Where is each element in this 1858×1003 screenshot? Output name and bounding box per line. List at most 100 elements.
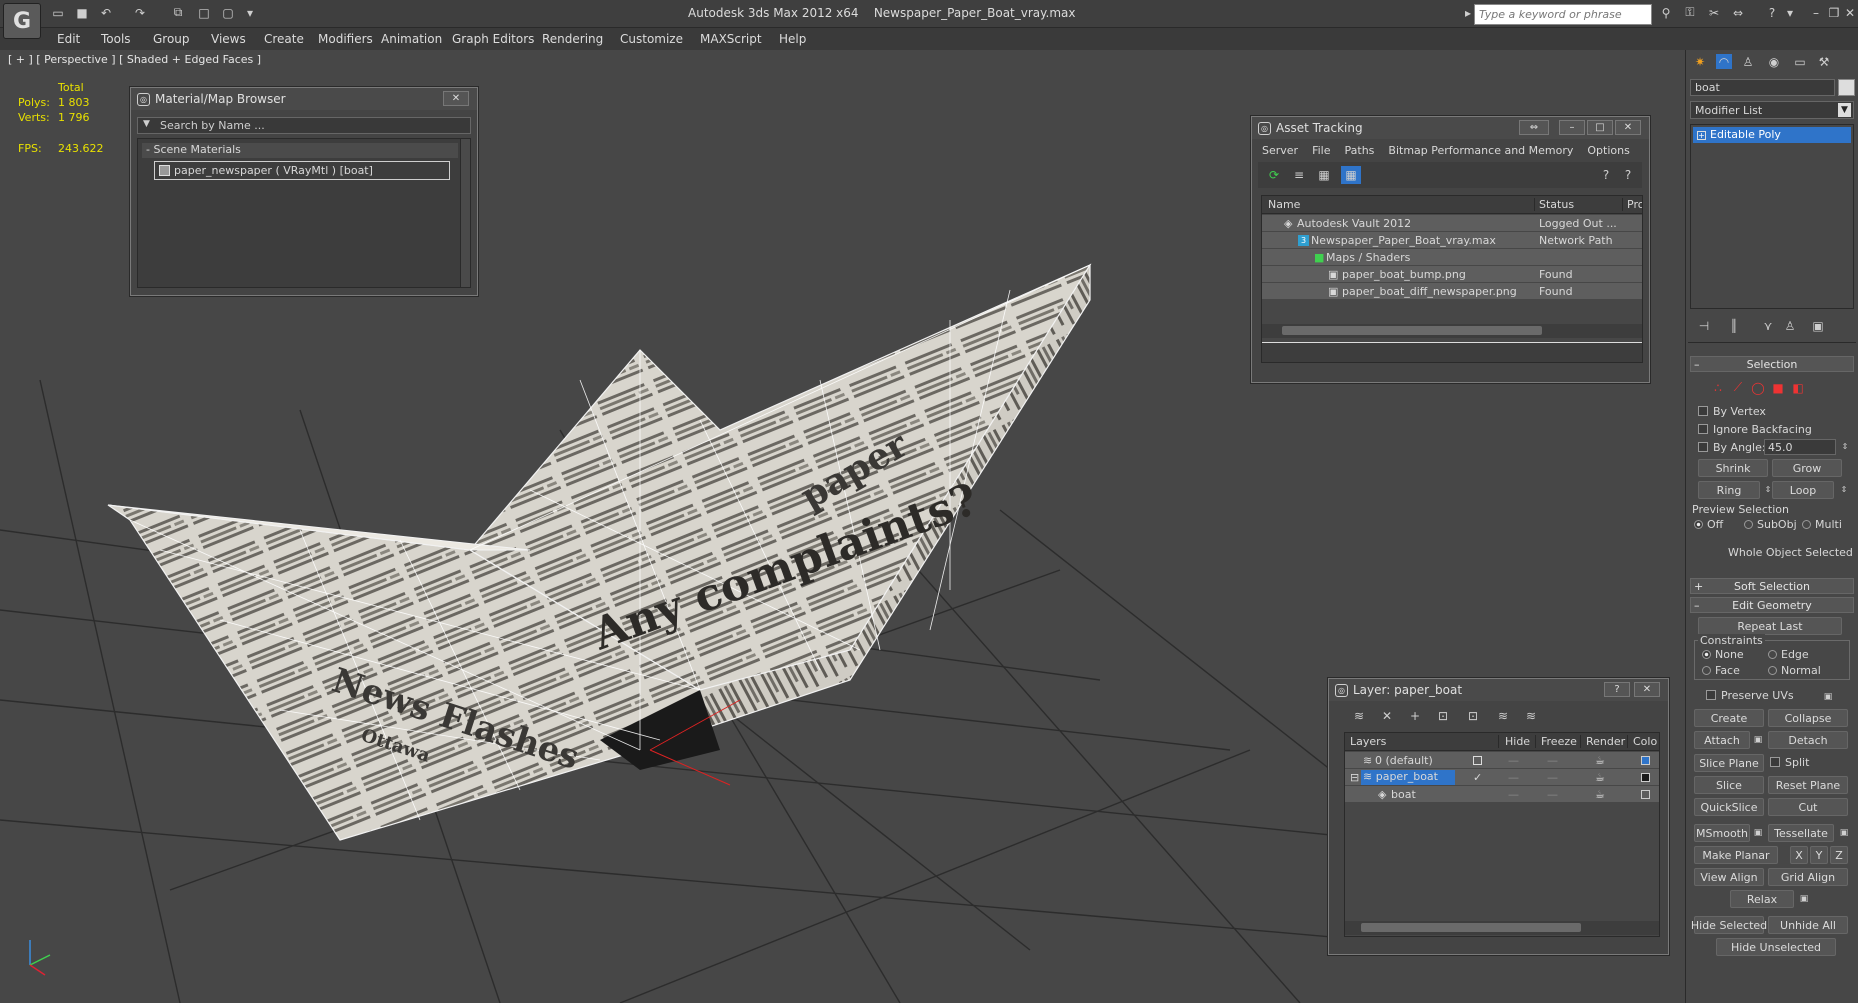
menu-options[interactable]: Options: [1587, 144, 1629, 157]
menu-group[interactable]: Group: [153, 32, 190, 46]
constraint-none-radio[interactable]: None: [1702, 648, 1744, 661]
column-color[interactable]: Colo: [1627, 735, 1657, 748]
menu-animation[interactable]: Animation: [381, 32, 442, 46]
layer-color-swatch[interactable]: [1641, 772, 1650, 782]
preview-multi-radio[interactable]: Multi: [1802, 518, 1842, 531]
expand-icon[interactable]: +: [1697, 131, 1706, 140]
menu-help[interactable]: Help: [779, 32, 806, 46]
column-hide[interactable]: Hide: [1498, 735, 1530, 748]
render-teapot-icon[interactable]: ☕: [1595, 788, 1605, 801]
fetch-icon[interactable]: □: [196, 5, 212, 20]
application-logo-button[interactable]: G: [3, 3, 41, 39]
tessellate-settings-icon[interactable]: ▣: [1836, 825, 1852, 840]
menu-edit[interactable]: Edit: [57, 32, 80, 46]
table-row[interactable]: ■ Maps / Shaders: [1262, 249, 1642, 265]
attach-settings-icon[interactable]: ▣: [1750, 732, 1766, 747]
attach-button[interactable]: Attach: [1694, 731, 1750, 749]
column-status[interactable]: Status: [1534, 198, 1574, 211]
close-icon[interactable]: ✕: [443, 91, 469, 106]
save-icon[interactable]: ■: [74, 5, 90, 20]
modify-tab-icon[interactable]: ◠: [1716, 54, 1732, 69]
cut-button[interactable]: Cut: [1768, 798, 1848, 816]
menu-create[interactable]: Create: [264, 32, 304, 46]
minimize-icon[interactable]: –: [1559, 120, 1585, 135]
spinner-arrows-icon[interactable]: ⇕: [1837, 439, 1853, 454]
vertex-mode-icon[interactable]: ∴: [1710, 380, 1726, 395]
object-color-swatch[interactable]: [1838, 79, 1855, 96]
menu-customize[interactable]: Customize: [620, 32, 683, 46]
hide-all-layers-icon[interactable]: ≋: [1495, 708, 1511, 723]
table-row[interactable]: ◈ Autodesk Vault 2012 Logged Out ...: [1262, 215, 1642, 231]
constraint-face-radio[interactable]: Face: [1702, 664, 1740, 677]
scene-materials-group[interactable]: - Scene Materials: [142, 143, 458, 158]
split-checkbox[interactable]: Split: [1770, 756, 1809, 769]
hide-toggle[interactable]: —: [1508, 788, 1519, 801]
constraint-normal-radio[interactable]: Normal: [1768, 664, 1821, 677]
column-layers[interactable]: Layers: [1350, 735, 1386, 748]
table-view-icon[interactable]: ▦: [1341, 166, 1361, 184]
freeze-all-layers-icon[interactable]: ≋: [1523, 708, 1539, 723]
constraint-edge-radio[interactable]: Edge: [1768, 648, 1809, 661]
slice-button[interactable]: Slice: [1694, 776, 1764, 794]
menu-bitmap-performance[interactable]: Bitmap Performance and Memory: [1388, 144, 1573, 157]
material-item[interactable]: paper_newspaper ( VRayMtl ) [boat]: [154, 161, 450, 180]
column-name[interactable]: Name: [1268, 198, 1300, 211]
render-teapot-icon[interactable]: ☕: [1595, 754, 1605, 767]
project-folder-icon[interactable]: ▢: [220, 5, 236, 20]
pin-stack-icon[interactable]: ⊣: [1696, 318, 1712, 333]
slice-plane-button[interactable]: Slice Plane: [1694, 754, 1764, 772]
preview-off-radio[interactable]: Off: [1694, 518, 1723, 531]
preview-subobj-radio[interactable]: SubObj: [1744, 518, 1797, 531]
detach-button[interactable]: Detach: [1768, 731, 1848, 749]
display-tab-icon[interactable]: ▭: [1792, 54, 1808, 69]
loop-button[interactable]: Loop: [1772, 481, 1834, 499]
planar-x-button[interactable]: X: [1790, 846, 1808, 864]
current-layer-check-icon[interactable]: ✓: [1473, 771, 1482, 784]
planar-y-button[interactable]: Y: [1810, 846, 1828, 864]
create-tab-icon[interactable]: ✷: [1692, 54, 1708, 69]
make-unique-icon[interactable]: ⋎: [1760, 318, 1776, 333]
preserve-uvs-checkbox[interactable]: Preserve UVs: [1706, 689, 1794, 702]
unhide-all-button[interactable]: Unhide All: [1768, 916, 1848, 934]
dropdown-arrow-icon[interactable]: ▼: [1838, 103, 1851, 117]
quickslice-button[interactable]: QuickSlice: [1694, 798, 1764, 816]
subscription-icon[interactable]: ⚿: [1682, 5, 1698, 20]
shrink-button[interactable]: Shrink: [1698, 459, 1768, 477]
collapse-button[interactable]: Collapse: [1768, 709, 1848, 727]
scroll-thumb[interactable]: [1282, 326, 1542, 335]
maximize-icon[interactable]: □: [1587, 120, 1613, 135]
menu-modifiers[interactable]: Modifiers: [318, 32, 373, 46]
menu-paths[interactable]: Paths: [1345, 144, 1375, 157]
current-layer-box[interactable]: [1473, 755, 1482, 765]
layer-color-swatch[interactable]: [1641, 755, 1650, 765]
modifier-list-dropdown[interactable]: Modifier List ▼: [1690, 101, 1854, 119]
help-dropdown-icon[interactable]: ▾: [1782, 5, 1798, 20]
hierarchy-tab-icon[interactable]: ♙: [1740, 54, 1756, 69]
collapse-icon[interactable]: ⊟: [1350, 771, 1359, 784]
angle-spinner[interactable]: 45.0: [1764, 439, 1836, 455]
render-teapot-icon[interactable]: ☕: [1595, 771, 1605, 784]
layer-manager-titlebar[interactable]: ◎ Layer: paper_boat ? ✕: [1329, 679, 1668, 701]
undo-icon[interactable]: ↶: [98, 5, 114, 20]
hide-toggle[interactable]: —: [1508, 754, 1519, 767]
dock-icon[interactable]: ⇔: [1519, 120, 1549, 135]
list-view-icon[interactable]: ≡: [1291, 167, 1307, 182]
loop-spinner-icon[interactable]: ⇕: [1836, 482, 1852, 497]
hide-unselected-button[interactable]: Hide Unselected: [1716, 938, 1836, 956]
freeze-toggle[interactable]: —: [1547, 788, 1558, 801]
menu-server[interactable]: Server: [1262, 144, 1298, 157]
table-row[interactable]: ⊟ ≋ paper_boat ✓ — — ☕: [1345, 769, 1659, 785]
relax-button[interactable]: Relax: [1730, 890, 1794, 908]
hide-selected-button[interactable]: Hide Selected: [1691, 916, 1767, 934]
layer-name-selected[interactable]: ≋ paper_boat: [1361, 769, 1455, 785]
tessellate-button[interactable]: Tessellate: [1768, 824, 1834, 842]
material-search-input[interactable]: ▼ Search by Name ...: [137, 117, 471, 134]
grid-align-button[interactable]: Grid Align: [1768, 868, 1848, 886]
motion-tab-icon[interactable]: ◉: [1766, 54, 1782, 69]
layer-color-swatch[interactable]: [1641, 789, 1650, 799]
column-freeze[interactable]: Freeze: [1535, 735, 1577, 748]
select-in-layer-icon[interactable]: ⊡: [1435, 708, 1451, 723]
highlight-layer-icon[interactable]: ⊡: [1465, 708, 1481, 723]
table-row[interactable]: ▣ paper_boat_diff_newspaper.png Found: [1262, 283, 1642, 299]
by-angle-checkbox[interactable]: By Angle:: [1698, 441, 1766, 454]
